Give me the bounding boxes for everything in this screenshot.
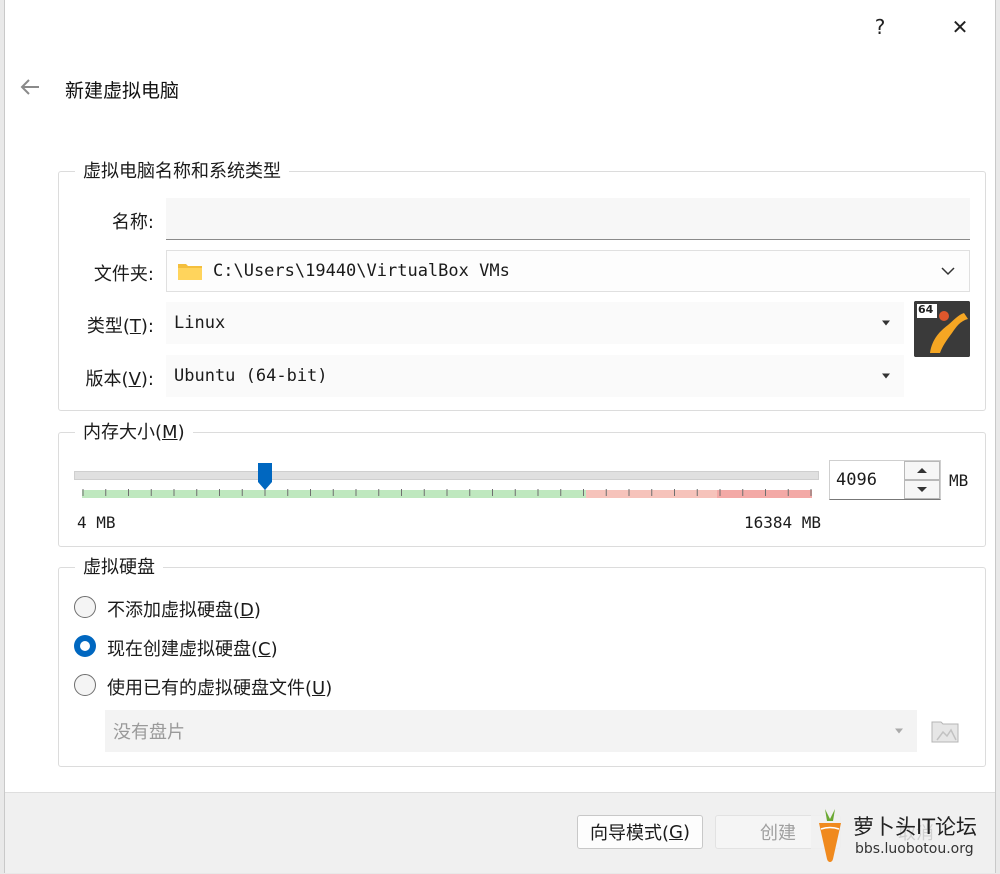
- type-label-prefix: 类型(: [86, 316, 130, 337]
- spin-up-icon: [917, 468, 927, 473]
- spin-up-button[interactable]: [904, 461, 940, 480]
- watermark-url: bbs.luobotou.org: [855, 841, 974, 857]
- slider-thumb[interactable]: [257, 462, 273, 492]
- radio-no-disk-label[interactable]: 不添加虚拟硬盘(D): [107, 596, 261, 622]
- new-vm-dialog: ? ✕ 新建虚拟电脑 虚拟电脑名称和系统类型 名称: 文件夹: C:\Users…: [4, 0, 996, 873]
- memory-group: 内存大小(M) 4 MB 16384 MB 4096 MB: [58, 418, 986, 547]
- name-input[interactable]: [166, 198, 970, 240]
- footer-bar: 向导模式(G) 创建 取消 萝卜头IT论坛 bbs.luobotou.org: [5, 792, 995, 873]
- slider-ticks: [82, 489, 812, 496]
- guided-suffix: ): [682, 821, 690, 843]
- help-button[interactable]: ?: [865, 12, 895, 42]
- folder-label: 文件夹:: [93, 264, 154, 285]
- version-label: 版本(V):: [64, 365, 154, 391]
- option-suffix: ): [253, 600, 261, 621]
- type-value: Linux: [174, 313, 226, 333]
- existing-disk-select[interactable]: 没有盘片: [105, 710, 917, 752]
- chevron-down-icon: [941, 267, 955, 276]
- guided-key: G: [669, 821, 683, 843]
- back-button[interactable]: [15, 72, 45, 102]
- radio-no-disk[interactable]: [74, 596, 96, 618]
- folder-icon: [178, 264, 202, 280]
- guided-prefix: 向导模式(: [589, 823, 670, 844]
- radio-create-disk[interactable]: [74, 635, 96, 657]
- os-logo: 64: [914, 301, 970, 357]
- name-os-legend: 虚拟电脑名称和系统类型: [75, 157, 289, 183]
- radio-existing-disk-label[interactable]: 使用已有的虚拟硬盘文件(U): [107, 674, 332, 700]
- option-key: C: [258, 639, 271, 660]
- dropdown-arrow-icon: [895, 728, 903, 734]
- memory-min-label: 4 MB: [77, 513, 116, 532]
- disk-legend: 虚拟硬盘: [75, 553, 163, 579]
- option-prefix: 现在创建虚拟硬盘(: [107, 639, 259, 660]
- memory-slider[interactable]: [74, 463, 819, 505]
- slider-track: [74, 471, 819, 480]
- dropdown-arrow-icon: [882, 320, 890, 326]
- version-label-prefix: 版本(: [85, 369, 129, 390]
- watermark: 萝卜头IT论坛 bbs.luobotou.org: [811, 805, 993, 867]
- os-badge-64: 64: [918, 303, 934, 316]
- folder-disk-icon: [931, 721, 959, 743]
- radio-create-disk-label[interactable]: 现在创建虚拟硬盘(C): [107, 635, 278, 661]
- close-button[interactable]: ✕: [945, 12, 975, 42]
- memory-value: 4096: [836, 470, 877, 490]
- option-suffix: ): [325, 678, 333, 699]
- version-value: Ubuntu (64-bit): [174, 366, 328, 386]
- create-label: 创建: [760, 823, 796, 844]
- spin-down-button[interactable]: [904, 480, 940, 499]
- name-os-group: 虚拟电脑名称和系统类型 名称: 文件夹: C:\Users\19440\Virt…: [58, 157, 986, 411]
- memory-legend-prefix: 内存大小(: [83, 422, 163, 443]
- type-label: 类型(T):: [64, 312, 154, 338]
- option-key: U: [312, 678, 326, 699]
- memory-legend-key: M: [162, 422, 178, 443]
- guided-mode-button[interactable]: 向导模式(G): [577, 815, 703, 849]
- memory-max-label: 16384 MB: [743, 513, 821, 532]
- option-prefix: 使用已有的虚拟硬盘文件(: [107, 678, 313, 699]
- dialog-title: 新建虚拟电脑: [65, 80, 180, 102]
- option-key: D: [240, 600, 254, 621]
- memory-spinbox[interactable]: 4096: [829, 460, 941, 500]
- version-label-suffix: ):: [140, 369, 154, 390]
- memory-legend: 内存大小(M): [75, 418, 193, 444]
- memory-unit: MB: [949, 471, 969, 490]
- name-label: 名称:: [111, 212, 154, 233]
- option-prefix: 不添加虚拟硬盘(: [107, 600, 241, 621]
- version-label-key: V: [128, 369, 141, 390]
- type-select[interactable]: Linux: [166, 302, 904, 344]
- type-label-suffix: ):: [140, 316, 154, 337]
- choose-disk-button[interactable]: [929, 714, 961, 746]
- carrot-logo: [819, 809, 841, 862]
- help-icon: ?: [874, 15, 886, 39]
- dropdown-arrow-icon: [882, 373, 890, 379]
- memory-legend-suffix: ): [177, 422, 185, 443]
- close-icon: ✕: [951, 15, 969, 39]
- option-suffix: ): [270, 639, 278, 660]
- folder-select[interactable]: C:\Users\19440\VirtualBox VMs: [166, 250, 970, 292]
- arrow-left-icon: [20, 79, 39, 95]
- spin-down-icon: [917, 487, 927, 492]
- radio-existing-disk[interactable]: [74, 674, 96, 696]
- disk-select-placeholder: 没有盘片: [113, 722, 185, 743]
- folder-path: C:\Users\19440\VirtualBox VMs: [213, 261, 510, 281]
- version-select[interactable]: Ubuntu (64-bit): [166, 355, 904, 397]
- watermark-title: 萝卜头IT论坛: [853, 815, 978, 839]
- type-label-key: T: [129, 316, 141, 337]
